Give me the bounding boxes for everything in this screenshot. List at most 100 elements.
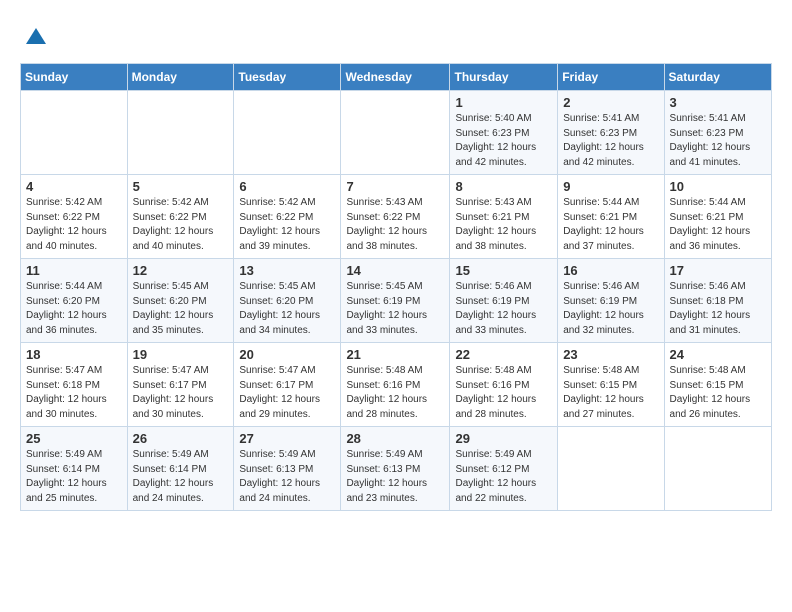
day-number: 17 [670, 263, 766, 278]
day-cell: 5Sunrise: 5:42 AM Sunset: 6:22 PM Daylig… [127, 175, 234, 259]
day-cell [341, 91, 450, 175]
day-info: Sunrise: 5:45 AM Sunset: 6:20 PM Dayligh… [239, 280, 335, 338]
week-row-3: 11 Sunrise: 5:44 AM Sunset: 6:20 PM Dayli… [21, 259, 772, 343]
day-cell: 2 Sunrise: 5:41 AM Sunset: 6:23 PM Daylig… [558, 91, 664, 175]
day-info: Sunrise: 5:43 AM Sunset: 6:22 PM Dayligh… [346, 196, 444, 254]
day-number: 16 [563, 263, 658, 278]
day-info: Sunrise: 5:47 AM Sunset: 6:18 PM Dayligh… [26, 364, 122, 422]
day-number: 28 [346, 431, 444, 446]
column-header-tuesday: Tuesday [234, 64, 341, 91]
day-cell: 9 Sunrise: 5:44 AM Sunset: 6:21 PM Daylig… [558, 175, 664, 259]
day-cell: 11 Sunrise: 5:44 AM Sunset: 6:20 PM Dayli… [21, 259, 128, 343]
day-cell: 4 Sunrise: 5:42 AM Sunset: 6:22 PM Daylig… [21, 175, 128, 259]
day-number: 21 [346, 347, 444, 362]
day-cell [558, 427, 664, 511]
day-number: 8 [455, 179, 552, 194]
day-number: 12 [133, 263, 229, 278]
day-cell: 26Sunrise: 5:49 AM Sunset: 6:14 PM Dayli… [127, 427, 234, 511]
day-cell: 23 Sunrise: 5:48 AM Sunset: 6:15 PM Dayli… [558, 343, 664, 427]
day-number: 20 [239, 347, 335, 362]
day-cell: 8 Sunrise: 5:43 AM Sunset: 6:21 PM Daylig… [450, 175, 558, 259]
logo-icon [22, 24, 50, 52]
day-cell: 15Sunrise: 5:46 AM Sunset: 6:19 PM Dayli… [450, 259, 558, 343]
day-info: Sunrise: 5:43 AM Sunset: 6:21 PM Dayligh… [455, 196, 552, 254]
day-cell: 28 Sunrise: 5:49 AM Sunset: 6:13 PM Dayli… [341, 427, 450, 511]
day-info: Sunrise: 5:44 AM Sunset: 6:20 PM Dayligh… [26, 280, 122, 338]
day-info: Sunrise: 5:41 AM Sunset: 6:23 PM Dayligh… [563, 112, 658, 170]
day-info: Sunrise: 5:47 AM Sunset: 6:17 PM Dayligh… [239, 364, 335, 422]
day-number: 9 [563, 179, 658, 194]
day-number: 1 [455, 95, 552, 110]
day-info: Sunrise: 5:49 AM Sunset: 6:13 PM Dayligh… [239, 448, 335, 506]
day-cell: 27 Sunrise: 5:49 AM Sunset: 6:13 PM Dayli… [234, 427, 341, 511]
page-header [20, 20, 772, 57]
day-number: 10 [670, 179, 766, 194]
day-cell: 10 Sunrise: 5:44 AM Sunset: 6:21 PM Dayli… [664, 175, 771, 259]
week-row-1: 1 Sunrise: 5:40 AM Sunset: 6:23 PM Daylig… [21, 91, 772, 175]
day-cell: 22 Sunrise: 5:48 AM Sunset: 6:16 PM Dayli… [450, 343, 558, 427]
day-cell [21, 91, 128, 175]
day-number: 23 [563, 347, 658, 362]
day-number: 2 [563, 95, 658, 110]
calendar-table: SundayMondayTuesdayWednesdayThursdayFrid… [20, 63, 772, 511]
day-number: 3 [670, 95, 766, 110]
day-info: Sunrise: 5:44 AM Sunset: 6:21 PM Dayligh… [563, 196, 658, 254]
day-info: Sunrise: 5:45 AM Sunset: 6:19 PM Dayligh… [346, 280, 444, 338]
day-cell: 7Sunrise: 5:43 AM Sunset: 6:22 PM Daylig… [341, 175, 450, 259]
day-info: Sunrise: 5:48 AM Sunset: 6:16 PM Dayligh… [455, 364, 552, 422]
day-number: 25 [26, 431, 122, 446]
day-info: Sunrise: 5:49 AM Sunset: 6:14 PM Dayligh… [26, 448, 122, 506]
day-cell: 21Sunrise: 5:48 AM Sunset: 6:16 PM Dayli… [341, 343, 450, 427]
week-row-2: 4 Sunrise: 5:42 AM Sunset: 6:22 PM Daylig… [21, 175, 772, 259]
column-header-thursday: Thursday [450, 64, 558, 91]
day-number: 5 [133, 179, 229, 194]
day-info: Sunrise: 5:42 AM Sunset: 6:22 PM Dayligh… [26, 196, 122, 254]
day-info: Sunrise: 5:46 AM Sunset: 6:19 PM Dayligh… [563, 280, 658, 338]
day-cell: 19Sunrise: 5:47 AM Sunset: 6:17 PM Dayli… [127, 343, 234, 427]
day-info: Sunrise: 5:49 AM Sunset: 6:12 PM Dayligh… [455, 448, 552, 506]
day-cell: 25 Sunrise: 5:49 AM Sunset: 6:14 PM Dayli… [21, 427, 128, 511]
day-cell: 1 Sunrise: 5:40 AM Sunset: 6:23 PM Daylig… [450, 91, 558, 175]
day-cell: 12 Sunrise: 5:45 AM Sunset: 6:20 PM Dayli… [127, 259, 234, 343]
day-cell [127, 91, 234, 175]
column-header-friday: Friday [558, 64, 664, 91]
day-info: Sunrise: 5:40 AM Sunset: 6:23 PM Dayligh… [455, 112, 552, 170]
day-number: 27 [239, 431, 335, 446]
week-row-4: 18 Sunrise: 5:47 AM Sunset: 6:18 PM Dayli… [21, 343, 772, 427]
day-cell: 17 Sunrise: 5:46 AM Sunset: 6:18 PM Dayli… [664, 259, 771, 343]
day-number: 6 [239, 179, 335, 194]
day-info: Sunrise: 5:48 AM Sunset: 6:15 PM Dayligh… [670, 364, 766, 422]
day-number: 13 [239, 263, 335, 278]
week-row-5: 25 Sunrise: 5:49 AM Sunset: 6:14 PM Dayli… [21, 427, 772, 511]
day-cell: 6 Sunrise: 5:42 AM Sunset: 6:22 PM Daylig… [234, 175, 341, 259]
day-number: 4 [26, 179, 122, 194]
header-row: SundayMondayTuesdayWednesdayThursdayFrid… [21, 64, 772, 91]
day-info: Sunrise: 5:42 AM Sunset: 6:22 PM Dayligh… [239, 196, 335, 254]
column-header-saturday: Saturday [664, 64, 771, 91]
day-info: Sunrise: 5:47 AM Sunset: 6:17 PM Dayligh… [133, 364, 229, 422]
day-cell: 18 Sunrise: 5:47 AM Sunset: 6:18 PM Dayli… [21, 343, 128, 427]
day-cell: 24Sunrise: 5:48 AM Sunset: 6:15 PM Dayli… [664, 343, 771, 427]
day-cell [664, 427, 771, 511]
day-info: Sunrise: 5:44 AM Sunset: 6:21 PM Dayligh… [670, 196, 766, 254]
day-number: 26 [133, 431, 229, 446]
day-cell: 3 Sunrise: 5:41 AM Sunset: 6:23 PM Daylig… [664, 91, 771, 175]
logo [20, 24, 50, 57]
column-header-wednesday: Wednesday [341, 64, 450, 91]
day-info: Sunrise: 5:48 AM Sunset: 6:15 PM Dayligh… [563, 364, 658, 422]
day-number: 18 [26, 347, 122, 362]
day-number: 22 [455, 347, 552, 362]
day-number: 11 [26, 263, 122, 278]
day-info: Sunrise: 5:46 AM Sunset: 6:18 PM Dayligh… [670, 280, 766, 338]
day-info: Sunrise: 5:41 AM Sunset: 6:23 PM Dayligh… [670, 112, 766, 170]
day-info: Sunrise: 5:49 AM Sunset: 6:13 PM Dayligh… [346, 448, 444, 506]
day-info: Sunrise: 5:45 AM Sunset: 6:20 PM Dayligh… [133, 280, 229, 338]
column-header-sunday: Sunday [21, 64, 128, 91]
logo-text [20, 24, 50, 57]
day-cell: 16 Sunrise: 5:46 AM Sunset: 6:19 PM Dayli… [558, 259, 664, 343]
day-cell: 14Sunrise: 5:45 AM Sunset: 6:19 PM Dayli… [341, 259, 450, 343]
column-header-monday: Monday [127, 64, 234, 91]
day-info: Sunrise: 5:46 AM Sunset: 6:19 PM Dayligh… [455, 280, 552, 338]
day-cell: 29Sunrise: 5:49 AM Sunset: 6:12 PM Dayli… [450, 427, 558, 511]
day-cell: 20 Sunrise: 5:47 AM Sunset: 6:17 PM Dayli… [234, 343, 341, 427]
